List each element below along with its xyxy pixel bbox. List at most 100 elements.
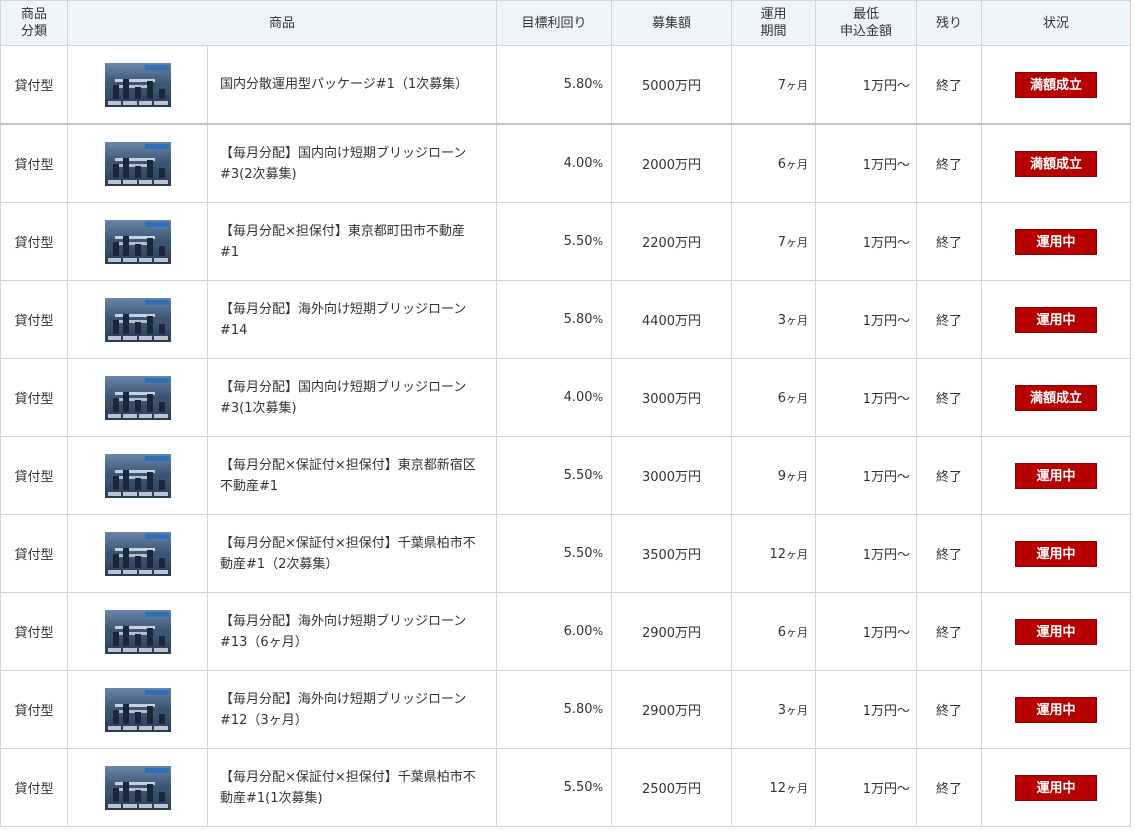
product-name-link[interactable]: 【毎月分配×担保付】東京都町田市不動産#1 [220, 224, 465, 260]
fund-thumbnail-image[interactable] [104, 609, 171, 654]
table-row[interactable]: 貸付型 【毎月分配】海外向け短期ブリッジローン#12（3ヶ月） 5.80% 29… [0, 670, 1132, 749]
table-row[interactable]: 貸付型 【毎月分配×保証付×担保付】東京都新宿区不動産#1 5.50% 3000… [0, 436, 1132, 515]
target-yield-cell: 5.50% [496, 514, 613, 593]
target-yield-value: 5.50 [563, 546, 593, 561]
header-amount: 募集額 [611, 0, 733, 46]
table-row[interactable]: 貸付型 【毎月分配】国内向け短期ブリッジローン#3(2次募集) 4.00% 20… [0, 123, 1132, 203]
header-period: 運用 期間 [731, 0, 817, 46]
product-name-cell[interactable]: 【毎月分配×保証付×担保付】千葉県柏市不動産#1（2次募集） [206, 514, 498, 593]
product-name-cell[interactable]: 国内分散運用型パッケージ#1（1次募集） [206, 45, 498, 125]
table-row[interactable]: 貸付型 【毎月分配】国内向け短期ブリッジローン#3(1次募集) 4.00% 30… [0, 358, 1132, 437]
fund-thumbnail-image[interactable] [104, 375, 171, 420]
status-badge[interactable]: 満額成立 [1015, 71, 1098, 98]
thumbnail-cell[interactable] [67, 280, 208, 359]
status-badge[interactable]: 運用中 [1015, 540, 1098, 567]
target-yield-value: 6.00 [563, 624, 593, 639]
product-name-cell[interactable]: 【毎月分配×担保付】東京都町田市不動産#1 [206, 202, 498, 281]
table-row[interactable]: 貸付型 【毎月分配×保証付×担保付】千葉県柏市不動産#1(1次募集) 5.50%… [0, 748, 1132, 827]
fund-thumbnail-image[interactable] [104, 687, 171, 732]
product-name-cell[interactable]: 【毎月分配】国内向け短期ブリッジローン#3(1次募集) [206, 358, 498, 437]
status-cell: 運用中 [981, 514, 1132, 593]
amount-value: 5000万円 [641, 79, 702, 94]
target-yield-value: 5.80 [563, 312, 593, 327]
product-name-cell[interactable]: 【毎月分配】国内向け短期ブリッジローン#3(2次募集) [206, 123, 498, 203]
product-name-cell[interactable]: 【毎月分配×保証付×担保付】東京都新宿区不動産#1 [206, 436, 498, 515]
product-name-cell[interactable]: 【毎月分配×保証付×担保付】千葉県柏市不動産#1(1次募集) [206, 748, 498, 827]
fund-thumbnail-image[interactable] [104, 765, 171, 810]
thumbnail-cell[interactable] [67, 358, 208, 437]
category-label: 貸付型 [14, 782, 54, 797]
product-name-link[interactable]: 【毎月分配】海外向け短期ブリッジローン#13（6ヶ月） [220, 614, 466, 650]
fund-thumbnail-image[interactable] [104, 453, 171, 498]
table-row[interactable]: 貸付型 国内分散運用型パッケージ#1（1次募集） 5.80% 5000万円 7ヶ… [0, 45, 1132, 125]
period-cell: 12ヶ月 [731, 514, 817, 593]
status-badge[interactable]: 運用中 [1015, 618, 1098, 645]
product-name-link[interactable]: 【毎月分配】海外向け短期ブリッジローン#14 [220, 302, 466, 338]
amount-cell: 3000万円 [611, 358, 733, 437]
fund-thumbnail-image[interactable] [104, 141, 171, 186]
amount-cell: 2900万円 [611, 592, 733, 671]
fund-thumbnail-image[interactable] [104, 531, 171, 576]
min-amount-cell: 1万円～ [815, 358, 918, 437]
thumbnail-cell[interactable] [67, 592, 208, 671]
product-name-link[interactable]: 【毎月分配】海外向け短期ブリッジローン#12（3ヶ月） [220, 692, 466, 728]
period-cell: 6ヶ月 [731, 123, 817, 203]
remaining-cell: 終了 [916, 592, 983, 671]
target-yield-cell: 4.00% [496, 123, 613, 203]
table-row[interactable]: 貸付型 【毎月分配×担保付】東京都町田市不動産#1 5.50% 2200万円 7… [0, 202, 1132, 281]
min-amount-cell: 1万円～ [815, 45, 918, 125]
thumbnail-cell[interactable] [67, 123, 208, 203]
table-row[interactable]: 貸付型 【毎月分配】海外向け短期ブリッジローン#14 5.80% 4400万円 … [0, 280, 1132, 359]
fund-thumbnail-image[interactable] [104, 219, 171, 264]
status-badge[interactable]: 運用中 [1015, 696, 1098, 723]
remaining-cell: 終了 [916, 670, 983, 749]
category-cell: 貸付型 [0, 358, 68, 437]
table-row[interactable]: 貸付型 【毎月分配】海外向け短期ブリッジローン#13（6ヶ月） 6.00% 29… [0, 592, 1132, 671]
status-badge[interactable]: 満額成立 [1015, 150, 1098, 177]
remaining-cell: 終了 [916, 202, 983, 281]
product-name-link[interactable]: 国内分散運用型パッケージ#1（1次募集） [220, 77, 468, 92]
thumbnail-cell[interactable] [67, 514, 208, 593]
status-badge[interactable]: 運用中 [1015, 774, 1098, 801]
category-cell: 貸付型 [0, 280, 68, 359]
fund-thumbnail-image[interactable] [104, 297, 171, 342]
target-yield-value: 5.80 [563, 77, 593, 92]
product-name-cell[interactable]: 【毎月分配】海外向け短期ブリッジローン#13（6ヶ月） [206, 592, 498, 671]
thumbnail-cell[interactable] [67, 670, 208, 749]
target-yield-unit: % [592, 625, 604, 638]
product-name-link[interactable]: 【毎月分配】国内向け短期ブリッジローン#3(1次募集) [220, 380, 466, 416]
period-unit: ヶ月 [786, 703, 809, 717]
status-badge[interactable]: 運用中 [1015, 306, 1098, 333]
remaining-value: 終了 [936, 704, 963, 719]
fund-thumbnail-image[interactable] [104, 62, 171, 107]
status-cell: 満額成立 [981, 45, 1132, 125]
table-row[interactable]: 貸付型 【毎月分配×保証付×担保付】千葉県柏市不動産#1（2次募集） 5.50%… [0, 514, 1132, 593]
status-badge[interactable]: 運用中 [1015, 228, 1098, 255]
remaining-value: 終了 [936, 314, 963, 329]
target-yield-unit: % [592, 78, 604, 91]
product-name-link[interactable]: 【毎月分配】国内向け短期ブリッジローン#3(2次募集) [220, 146, 466, 182]
remaining-value: 終了 [936, 236, 963, 251]
target-yield-value: 5.50 [563, 780, 593, 795]
product-name-link[interactable]: 【毎月分配×保証付×担保付】千葉県柏市不動産#1(1次募集) [220, 770, 476, 806]
status-cell: 満額成立 [981, 123, 1132, 203]
product-name-link[interactable]: 【毎月分配×保証付×担保付】千葉県柏市不動産#1（2次募集） [220, 536, 476, 572]
min-amount-value: 1万円～ [862, 470, 911, 485]
thumbnail-cell[interactable] [67, 45, 208, 125]
amount-value: 2500万円 [641, 782, 702, 797]
thumbnail-cell[interactable] [67, 748, 208, 827]
category-cell: 貸付型 [0, 436, 68, 515]
period-unit: ヶ月 [786, 547, 809, 561]
remaining-value: 終了 [936, 548, 963, 563]
status-cell: 運用中 [981, 280, 1132, 359]
period-value: 3 [777, 312, 787, 328]
product-name-cell[interactable]: 【毎月分配】海外向け短期ブリッジローン#14 [206, 280, 498, 359]
thumbnail-cell[interactable] [67, 202, 208, 281]
status-cell: 運用中 [981, 592, 1132, 671]
thumbnail-cell[interactable] [67, 436, 208, 515]
status-badge[interactable]: 満額成立 [1015, 384, 1098, 411]
product-name-link[interactable]: 【毎月分配×保証付×担保付】東京都新宿区不動産#1 [220, 458, 476, 494]
product-name-cell[interactable]: 【毎月分配】海外向け短期ブリッジローン#12（3ヶ月） [206, 670, 498, 749]
status-badge[interactable]: 運用中 [1015, 462, 1098, 489]
category-cell: 貸付型 [0, 514, 68, 593]
